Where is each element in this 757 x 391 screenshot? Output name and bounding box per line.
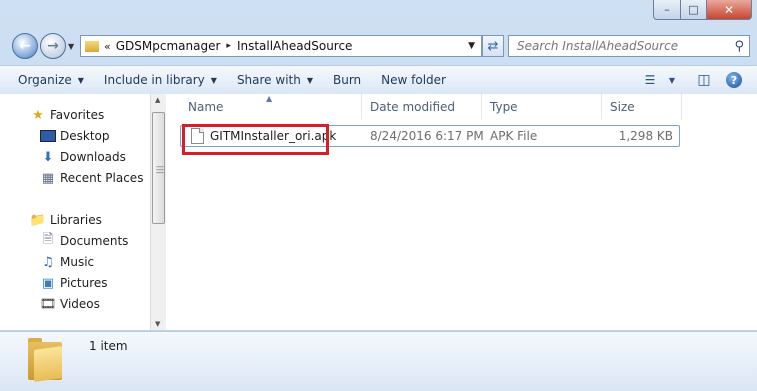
file-size: 1,298 KB <box>618 129 673 143</box>
navigation-row: ← → ▼ « GDSMpcmanager ▸ InstallAheadSour… <box>0 30 757 62</box>
breadcrumb-gdsmpcmanager[interactable]: GDSMpcmanager <box>116 39 221 53</box>
search-icon[interactable]: ⚲ <box>734 39 744 54</box>
sort-ascending-icon: ▲ <box>266 94 273 103</box>
burn-button[interactable]: Burn <box>323 73 371 87</box>
grip-icon: — — — <box>156 162 164 177</box>
nav-music[interactable]: ♫ Music <box>0 252 150 272</box>
preview-pane-icon: ◫ <box>697 72 711 88</box>
caption-buttons: – □ ✕ <box>653 0 752 20</box>
column-size-label: Size <box>610 100 635 114</box>
column-type[interactable]: Type <box>482 94 602 120</box>
include-in-library-button[interactable]: Include in library ▼ <box>94 73 227 87</box>
annotation-highlight-box <box>182 124 329 155</box>
nav-music-label: Music <box>60 255 95 269</box>
address-dropdown-icon[interactable]: ▼ <box>468 41 475 51</box>
maximize-button[interactable]: □ <box>681 0 707 20</box>
forward-arrow-icon: → <box>47 38 59 54</box>
nav-recent-places[interactable]: ▦ Recent Places <box>0 168 150 188</box>
help-icon: ? <box>726 72 742 88</box>
scrollbar-thumb[interactable]: — — — <box>152 112 165 224</box>
view-details-icon: ☰ <box>644 73 656 87</box>
nav-videos[interactable]: 🎞 Videos <box>0 294 150 314</box>
minimize-button[interactable]: – <box>653 0 681 20</box>
column-date-modified-label: Date modified <box>370 100 456 114</box>
nav-recent-places-label: Recent Places <box>60 171 144 185</box>
organize-button[interactable]: Organize ▼ <box>0 73 94 87</box>
column-name[interactable]: ▲ Name <box>166 94 362 120</box>
search-box[interactable]: ⚲ <box>508 35 750 57</box>
folder-icon <box>28 338 68 382</box>
item-count: 1 item <box>89 339 128 353</box>
back-button[interactable]: ← <box>12 33 38 59</box>
nav-pictures-label: Pictures <box>60 276 108 290</box>
pictures-icon: ▣ <box>41 275 55 291</box>
search-input[interactable] <box>515 38 724 54</box>
nav-downloads[interactable]: ⬇ Downloads <box>0 147 150 167</box>
nav-favorites[interactable]: ★ Favorites <box>0 105 150 125</box>
breadcrumb-separator-icon[interactable]: ▸ <box>226 41 231 51</box>
recent-places-icon: ▦ <box>41 170 55 186</box>
change-view-button[interactable]: ☰ <box>639 69 661 91</box>
forward-button[interactable]: → <box>40 33 66 59</box>
include-in-library-label: Include in library <box>103 73 205 87</box>
nav-videos-label: Videos <box>60 297 100 311</box>
documents-icon: 🗎 <box>42 232 54 247</box>
nav-libraries[interactable]: 📁 Libraries <box>0 210 150 230</box>
videos-icon: 🎞 <box>39 296 57 312</box>
nav-downloads-label: Downloads <box>60 150 126 164</box>
preview-pane-button[interactable]: ◫ <box>693 69 715 91</box>
details-pane: 1 item <box>0 331 757 391</box>
column-headers: ▲ Name Date modified Type Size <box>166 94 757 120</box>
refresh-button[interactable]: ⇄ <box>482 35 504 57</box>
column-name-label: Name <box>188 100 224 114</box>
share-with-label: Share with <box>236 73 301 87</box>
nav-documents[interactable]: 🗎 Documents <box>0 231 150 251</box>
nav-pictures[interactable]: ▣ Pictures <box>0 273 150 293</box>
nav-desktop-label: Desktop <box>60 129 110 143</box>
file-date-modified: 8/24/2016 6:17 PM <box>370 129 484 143</box>
chevron-down-icon: ▼ <box>306 75 313 85</box>
new-folder-label: New folder <box>381 73 446 87</box>
close-button[interactable]: ✕ <box>707 0 752 20</box>
downloads-icon: ⬇ <box>42 149 54 165</box>
desktop-icon <box>40 128 56 144</box>
folder-icon <box>85 40 99 52</box>
nav-libraries-label: Libraries <box>50 213 102 227</box>
recent-pages-dropdown[interactable]: ▼ <box>68 42 74 51</box>
burn-label: Burn <box>333 73 362 87</box>
column-date-modified[interactable]: Date modified <box>362 94 482 120</box>
view-options-dropdown[interactable]: ▼ <box>661 69 683 91</box>
file-type: APK File <box>490 129 538 143</box>
chevron-down-icon: ▼ <box>668 75 676 85</box>
chevron-down-icon: ▼ <box>77 75 84 85</box>
scroll-down-icon[interactable]: ▼ <box>155 320 160 328</box>
nav-favorites-label: Favorites <box>50 108 105 122</box>
organize-label: Organize <box>18 73 72 87</box>
help-button[interactable]: ? <box>723 69 745 91</box>
address-bar[interactable]: « GDSMpcmanager ▸ InstallAheadSource ▼ <box>80 35 482 57</box>
back-arrow-icon: ← <box>19 38 31 54</box>
libraries-icon: 📁 <box>29 212 47 228</box>
breadcrumb-installaheadsource[interactable]: InstallAheadSource <box>237 39 353 53</box>
navigation-scrollbar[interactable]: ▲ — — — ▼ <box>150 94 166 330</box>
navigation-pane: ★ Favorites Desktop ⬇ Downloads ▦ Recent… <box>0 94 150 330</box>
music-icon: ♫ <box>42 254 54 270</box>
command-bar: Organize ▼ Include in library ▼ Share with… <box>0 65 757 95</box>
nav-desktop[interactable]: Desktop <box>0 126 150 146</box>
star-icon: ★ <box>32 107 44 123</box>
share-with-button[interactable]: Share with ▼ <box>227 73 323 87</box>
breadcrumb-overflow[interactable]: « <box>104 40 111 53</box>
chevron-down-icon: ▼ <box>210 75 217 85</box>
new-folder-button[interactable]: New folder <box>371 73 456 87</box>
toolbar-right: ☰ ▼ ◫ ? <box>639 69 745 91</box>
column-size[interactable]: Size <box>602 94 682 120</box>
refresh-icon: ⇄ <box>487 38 499 54</box>
column-type-label: Type <box>490 100 518 114</box>
explorer-window: – □ ✕ ← → ▼ « GDSMpcmanager ▸ InstallAhe… <box>0 0 757 391</box>
nav-documents-label: Documents <box>60 234 129 248</box>
scroll-up-icon[interactable]: ▲ <box>155 96 160 104</box>
